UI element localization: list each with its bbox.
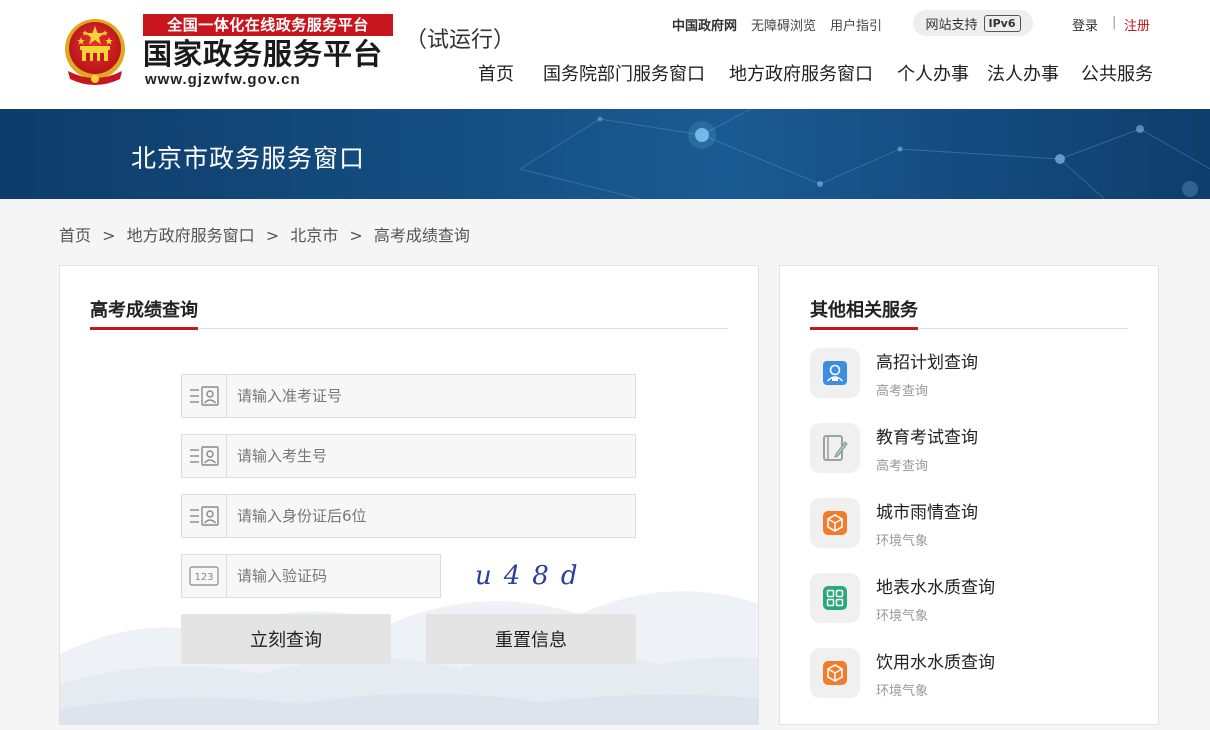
candidate-number-field (181, 434, 636, 478)
keypad-icon-label: 123 (194, 572, 213, 583)
admission-ticket-input[interactable] (227, 375, 635, 417)
breadcrumb-separator: > (349, 226, 363, 245)
grid-icon (810, 573, 860, 623)
breadcrumb-separator: > (265, 226, 280, 245)
box-icon (810, 648, 860, 698)
link-gov-portal[interactable]: 中国政府网 (672, 15, 737, 34)
service-item[interactable]: 饮用水水质查询 环境气象 (810, 648, 1130, 708)
ipv6-support-pill: 网站支持 IPv6 (913, 10, 1033, 36)
reset-button[interactable]: 重置信息 (426, 614, 636, 664)
person-card-icon (810, 348, 860, 398)
service-item[interactable]: 教育考试查询 高考查询 (810, 423, 1130, 483)
related-panel-header: 其他相关服务 (810, 299, 1128, 330)
related-panel-title: 其他相关服务 (810, 299, 918, 330)
service-name: 教育考试查询 (876, 428, 978, 448)
breadcrumb-beijing[interactable]: 北京市 (290, 226, 338, 245)
id-last6-input[interactable] (227, 495, 635, 537)
service-category: 高考查询 (876, 384, 929, 399)
score-query-panel: 高考成绩查询 请输入准考证号 请输入考生号 请输入身份证后6位 123 请输入验… (59, 265, 759, 725)
candidate-number-input[interactable] (227, 435, 635, 477)
site-header: 全国一体化在线政务服务平台 国家政务服务平台 www.gjzwfw.gov.cn… (0, 0, 1210, 109)
service-category: 高考查询 (876, 459, 929, 474)
breadcrumb-home[interactable]: 首页 (59, 226, 91, 245)
captcha-field: 123 (181, 554, 441, 598)
related-services-panel: 其他相关服务 高招计划查询 高考查询 教育考试查询 高考查询 城市雨情查询 环境… (779, 265, 1159, 725)
query-panel-header: 高考成绩查询 (90, 299, 728, 330)
platform-url: www.gjzwfw.gov.cn (145, 71, 301, 88)
submit-query-button[interactable]: 立刻查询 (181, 614, 391, 664)
trial-label: （试运行） (405, 28, 516, 53)
admission-ticket-field (181, 374, 636, 418)
nav-home[interactable]: 首页 (478, 60, 514, 86)
captcha-input[interactable] (227, 555, 440, 597)
id-card-icon (182, 375, 227, 417)
service-item[interactable]: 高招计划查询 高考查询 (810, 348, 1130, 408)
login-separator: | (1112, 15, 1117, 30)
service-name: 高招计划查询 (876, 353, 978, 373)
banner-title: 北京市政务服务窗口 (131, 144, 366, 173)
platform-name[interactable]: 国家政务服务平台 (143, 38, 383, 70)
register-link[interactable]: 注册 (1124, 15, 1150, 34)
breadcrumb-current: 高考成绩查询 (373, 226, 470, 245)
id-card-icon (182, 435, 227, 477)
ipv6-label: 网站支持 (925, 17, 978, 33)
number-keypad-icon: 123 (182, 555, 227, 597)
nav-local-gov[interactable]: 地方政府服务窗口 (729, 60, 873, 86)
nav-state-council[interactable]: 国务院部门服务窗口 (543, 60, 705, 86)
id-card-icon (182, 495, 227, 537)
link-user-guide[interactable]: 用户指引 (830, 15, 882, 34)
breadcrumb-local-gov[interactable]: 地方政府服务窗口 (127, 226, 255, 245)
box-icon (810, 498, 860, 548)
service-category: 环境气象 (876, 534, 929, 549)
captcha-image[interactable]: u48d (475, 561, 589, 591)
service-name: 城市雨情查询 (876, 503, 978, 523)
service-item[interactable]: 地表水水质查询 环境气象 (810, 573, 1130, 633)
platform-slogan: 全国一体化在线政务服务平台 (143, 14, 393, 36)
main-nav: 首页 国务院部门服务窗口 地方政府服务窗口 个人办事 法人办事 公共服务 (478, 60, 1153, 86)
service-name: 饮用水水质查询 (876, 653, 995, 673)
id-last6-field (181, 494, 636, 538)
region-banner: 北京市政务服务窗口 (0, 109, 1210, 199)
nav-corporate[interactable]: 法人办事 (987, 60, 1059, 86)
service-category: 环境气象 (876, 609, 929, 624)
service-category: 环境气象 (876, 684, 929, 699)
query-panel-title: 高考成绩查询 (90, 299, 198, 330)
national-emblem-icon[interactable] (60, 13, 130, 89)
service-item[interactable]: 城市雨情查询 环境气象 (810, 498, 1130, 558)
login-link[interactable]: 登录 (1072, 15, 1098, 34)
service-name: 地表水水质查询 (876, 578, 995, 598)
breadcrumb-separator: > (102, 226, 116, 245)
top-links: 中国政府网 无障碍浏览 用户指引 (672, 14, 896, 34)
link-accessibility[interactable]: 无障碍浏览 (751, 15, 816, 34)
notebook-pen-icon (810, 423, 860, 473)
nav-personal[interactable]: 个人办事 (897, 60, 969, 86)
nav-public-service[interactable]: 公共服务 (1081, 60, 1153, 86)
ipv6-badge: IPv6 (983, 14, 1021, 32)
breadcrumb: 首页 > 地方政府服务窗口 > 北京市 > 高考成绩查询 (59, 222, 476, 246)
